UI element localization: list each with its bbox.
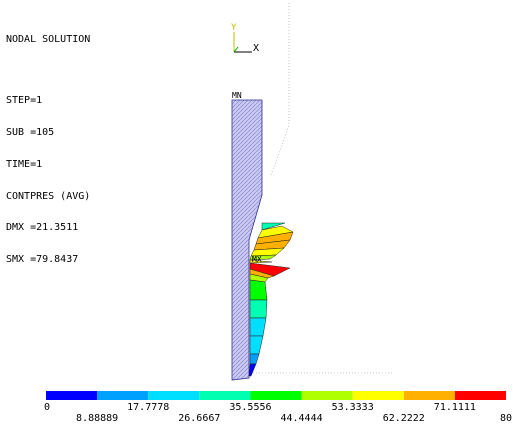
legend-color-cell: [46, 391, 98, 400]
legend-color-cell: [199, 391, 251, 400]
legend-tick-label-upper: 17.7778: [127, 402, 170, 413]
legend-tick-label-lower: 44.4444: [280, 413, 323, 424]
legend-tick-label-upper: 71.1111: [433, 402, 476, 413]
model-viewport[interactable]: Y X MN MX: [0, 0, 525, 431]
contour-region: [248, 222, 294, 377]
legend-tick-label-lower: 26.6667: [178, 413, 221, 424]
guide-lines: [250, 3, 392, 374]
legend-color-cell: [352, 391, 404, 400]
legend-color-cell: [250, 391, 302, 400]
legend-color-cell: [148, 391, 200, 400]
legend-color-cell: [97, 391, 149, 400]
legend-color-cell: [301, 391, 353, 400]
triad-y-label: Y: [231, 23, 237, 33]
triad-x-label: X: [253, 43, 259, 54]
coordinate-triad: Y X: [231, 23, 259, 54]
legend-tick-label-upper: 53.3333: [331, 402, 374, 413]
legend-tick-label-upper: 0: [44, 402, 51, 413]
contour-legend-bar: [46, 391, 506, 400]
legend-color-cell: [403, 391, 455, 400]
max-marker: MX: [252, 255, 262, 264]
legend-color-cell: [454, 391, 506, 400]
legend-tick-label-lower: 8.88889: [76, 413, 119, 424]
legend-tick-label-lower: 80: [499, 413, 513, 424]
min-marker: MN: [232, 91, 242, 100]
legend-tick-label-upper: 35.5556: [229, 402, 272, 413]
legend-tick-label-lower: 62.2222: [382, 413, 425, 424]
